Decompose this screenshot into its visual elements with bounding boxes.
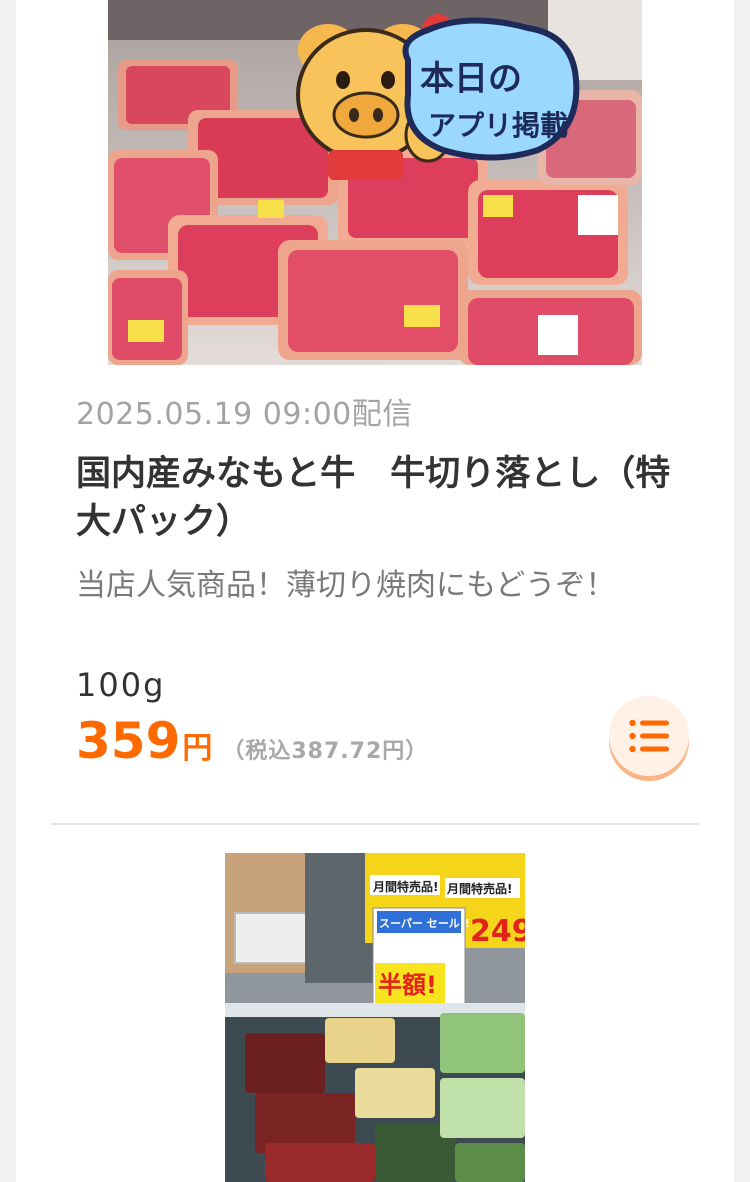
product-unit: 100g	[76, 666, 166, 704]
price-value: 359	[76, 712, 181, 770]
delivery-date: 2025.05.19 09:00配信	[76, 397, 413, 432]
price-currency: 円	[182, 731, 213, 766]
sign-price: 249	[470, 914, 525, 949]
list-icon	[629, 719, 669, 753]
sign-half-price: 半額!	[378, 971, 437, 999]
product-description: 当店人気商品！薄切り焼肉にもどうぞ！	[76, 568, 616, 603]
beef-photo-illustration: 本日の アプリ掲載	[108, 0, 642, 365]
sign-text-line2: アプリ掲載	[428, 109, 568, 142]
add-to-list-button[interactable]	[609, 696, 689, 776]
price-tax-included: （税込387.72円）	[222, 739, 429, 764]
price-row: 359円 （税込387.72円）	[76, 712, 428, 776]
sign-monthly-1: 月間特売品!	[372, 879, 438, 894]
product-image-sale[interactable]: 月間特売品! 月間特売品! 249 スーパー セール!! 半額!	[225, 853, 525, 1182]
page: 本日の アプリ掲載 2025.05.19 09:00配信 国内産みなもと牛 牛切…	[0, 0, 750, 1182]
product-title: 国内産みなもと牛 牛切り落とし（特大パック）	[76, 454, 671, 542]
sale-photo-illustration: 月間特売品! 月間特売品! 249 スーパー セール!! 半額!	[225, 853, 525, 1182]
sign-text-line1: 本日の	[420, 59, 522, 99]
sign-super-sale: スーパー セール!!	[379, 917, 470, 930]
product-image-beef[interactable]: 本日の アプリ掲載	[108, 0, 642, 365]
item-divider	[51, 823, 699, 825]
sign-monthly-2: 月間特売品!	[446, 881, 512, 896]
